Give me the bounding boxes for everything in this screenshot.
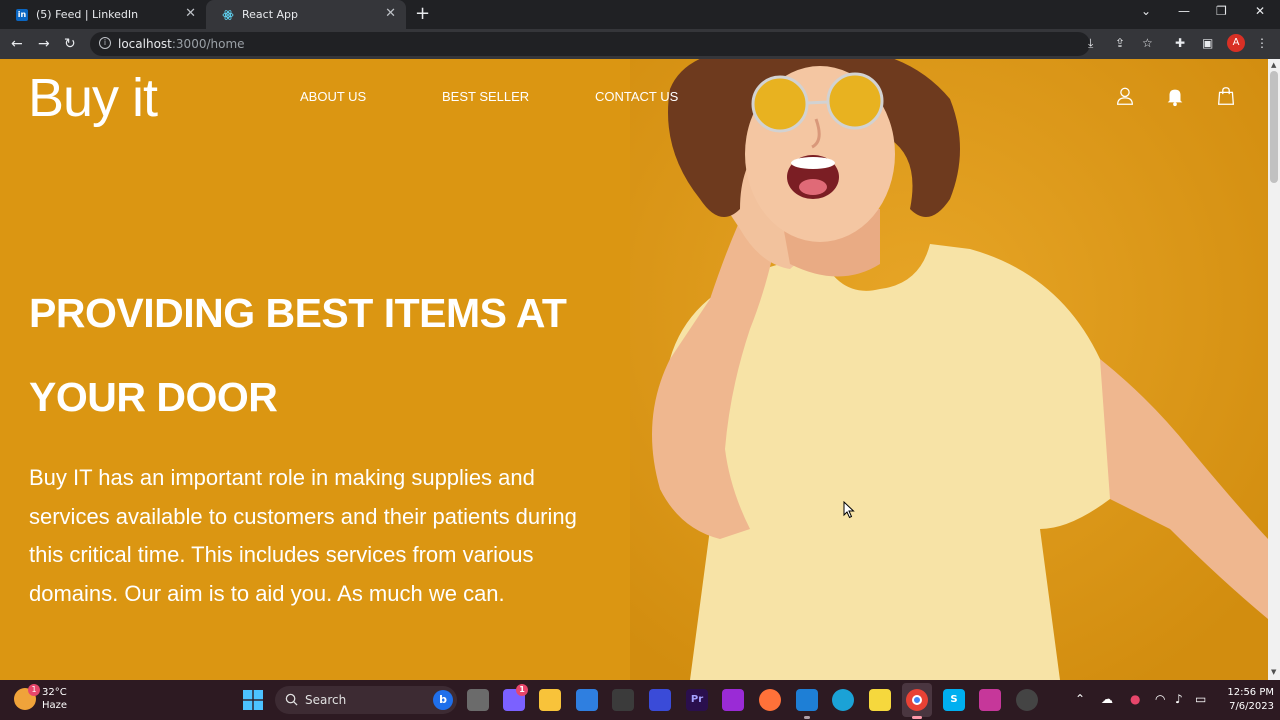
share-icon[interactable]: ⇪ (1115, 36, 1125, 50)
tab-react-app[interactable]: React App ✕ (206, 0, 406, 29)
show-hidden-icons-icon[interactable]: ⌃ (1075, 692, 1085, 706)
bell-icon[interactable] (1164, 85, 1186, 107)
profile-avatar[interactable]: A (1227, 34, 1245, 52)
task-view-icon[interactable] (467, 689, 489, 711)
teams-chat-icon[interactable]: 1 (503, 684, 528, 711)
obs-icon[interactable] (1016, 689, 1038, 711)
file-explorer-icon[interactable] (539, 689, 561, 711)
system-clock[interactable]: 12:56 PM 7/6/2023 (1214, 686, 1274, 714)
hero-headline: PROVIDING BEST ITEMS AT YOUR DOOR (29, 271, 629, 439)
weather-temperature: 32°C (42, 687, 67, 698)
vscode-icon[interactable] (796, 689, 818, 719)
taskbar-search[interactable]: Search b (275, 686, 457, 714)
reload-icon[interactable]: ↻ (64, 34, 76, 54)
scrollbar-thumb[interactable] (1270, 71, 1278, 183)
url-host: localhost (118, 37, 172, 51)
close-window-icon[interactable]: ✕ (1255, 4, 1265, 18)
back-icon[interactable]: ← (11, 34, 23, 54)
jetbrains-icon[interactable] (722, 689, 744, 711)
forward-icon[interactable]: → (38, 34, 50, 54)
onedrive-icon[interactable]: ☁ (1101, 692, 1113, 706)
hero-headline-line-2: YOUR DOOR (29, 374, 278, 420)
app-icon[interactable] (649, 689, 671, 711)
weather-description: Haze (42, 700, 68, 711)
bookmark-star-icon[interactable]: ☆ (1142, 36, 1153, 50)
premiere-pro-icon[interactable]: Pr (686, 689, 708, 711)
menu-icon[interactable]: ⋮ (1256, 36, 1268, 50)
tab-title: React App (242, 8, 299, 21)
weather-badge: 1 (28, 684, 40, 696)
chrome-icon[interactable] (906, 689, 928, 719)
sticky-notes-icon[interactable] (869, 689, 891, 711)
nav-contact-us[interactable]: CONTACT US (595, 89, 678, 104)
weather-widget[interactable]: 1 32°C Haze (14, 684, 68, 712)
close-tab-icon[interactable]: ✕ (385, 7, 396, 21)
linkedin-icon: in (16, 8, 28, 21)
wifi-icon[interactable]: ◠ (1155, 692, 1165, 706)
close-tab-icon[interactable]: ✕ (185, 7, 196, 21)
search-icon (285, 693, 298, 706)
search-label: Search (305, 693, 347, 707)
edge-icon[interactable] (832, 689, 854, 711)
page-viewport: Buy it ABOUT US BEST SELLER CONTACT US P… (0, 59, 1268, 680)
nav-best-seller[interactable]: BEST SELLER (442, 89, 529, 104)
minimize-icon[interactable]: — (1178, 4, 1190, 18)
firefox-icon[interactable] (759, 689, 781, 711)
bing-icon[interactable]: b (433, 690, 453, 710)
url-path: :3000/home (171, 37, 245, 51)
skype-icon[interactable]: S (943, 689, 965, 711)
scroll-down-icon[interactable]: ▼ (1271, 668, 1276, 676)
hero-description: Buy IT has an important role in making s… (29, 465, 577, 606)
tab-title: (5) Feed | LinkedIn (36, 8, 139, 21)
react-icon (222, 9, 234, 21)
scroll-up-icon[interactable]: ▲ (1271, 61, 1276, 69)
browser-tab-strip: in (5) Feed | LinkedIn ✕ React App ✕ + ⌄… (0, 0, 1280, 29)
battery-icon[interactable]: ▭ (1195, 692, 1206, 706)
extensions-icon[interactable]: ✚ (1175, 36, 1185, 50)
windows-taskbar: 1 32°C Haze Search b 1 Pr S ⌃ ☁ ● ◠ ♪ ▭ … (0, 680, 1280, 720)
teams-badge: 1 (516, 684, 528, 696)
site-info-icon[interactable]: i (99, 37, 111, 49)
weather-sun-icon: 1 (14, 684, 40, 710)
new-tab-button[interactable]: + (415, 4, 430, 24)
tab-linkedin[interactable]: in (5) Feed | LinkedIn ✕ (0, 0, 206, 29)
nav-about-us[interactable]: ABOUT US (300, 89, 366, 104)
browser-toolbar: ← → ↻ i localhost:3000/home ⤓ ⇪ ☆ ✚ ▣ A … (0, 29, 1280, 59)
address-bar[interactable]: i localhost:3000/home (90, 32, 1090, 56)
microsoft-store-icon[interactable] (576, 689, 598, 711)
side-panel-icon[interactable]: ▣ (1202, 36, 1213, 50)
page-scrollbar[interactable]: ▲ ▼ (1268, 59, 1280, 680)
volume-icon[interactable]: ♪ (1175, 692, 1183, 706)
windows-start-icon[interactable] (243, 690, 263, 710)
tab-search-icon[interactable]: ⌄ (1141, 4, 1151, 18)
clock-time: 12:56 PM (1227, 687, 1274, 698)
hero-model-image (630, 59, 1268, 680)
brand-logo[interactable]: Buy it (28, 67, 158, 129)
unity-icon[interactable] (612, 689, 634, 711)
restore-icon[interactable]: ❐ (1216, 4, 1227, 18)
install-app-icon[interactable]: ⤓ (1088, 36, 1093, 51)
mouse-cursor-icon (843, 501, 855, 519)
microphone-icon[interactable]: ● (1130, 692, 1140, 706)
user-icon[interactable] (1114, 85, 1136, 107)
shopping-bag-icon[interactable] (1215, 85, 1237, 107)
hero-headline-line-1: PROVIDING BEST ITEMS AT (29, 290, 567, 336)
app-icon[interactable] (979, 689, 1001, 711)
clock-date: 7/6/2023 (1229, 701, 1274, 712)
